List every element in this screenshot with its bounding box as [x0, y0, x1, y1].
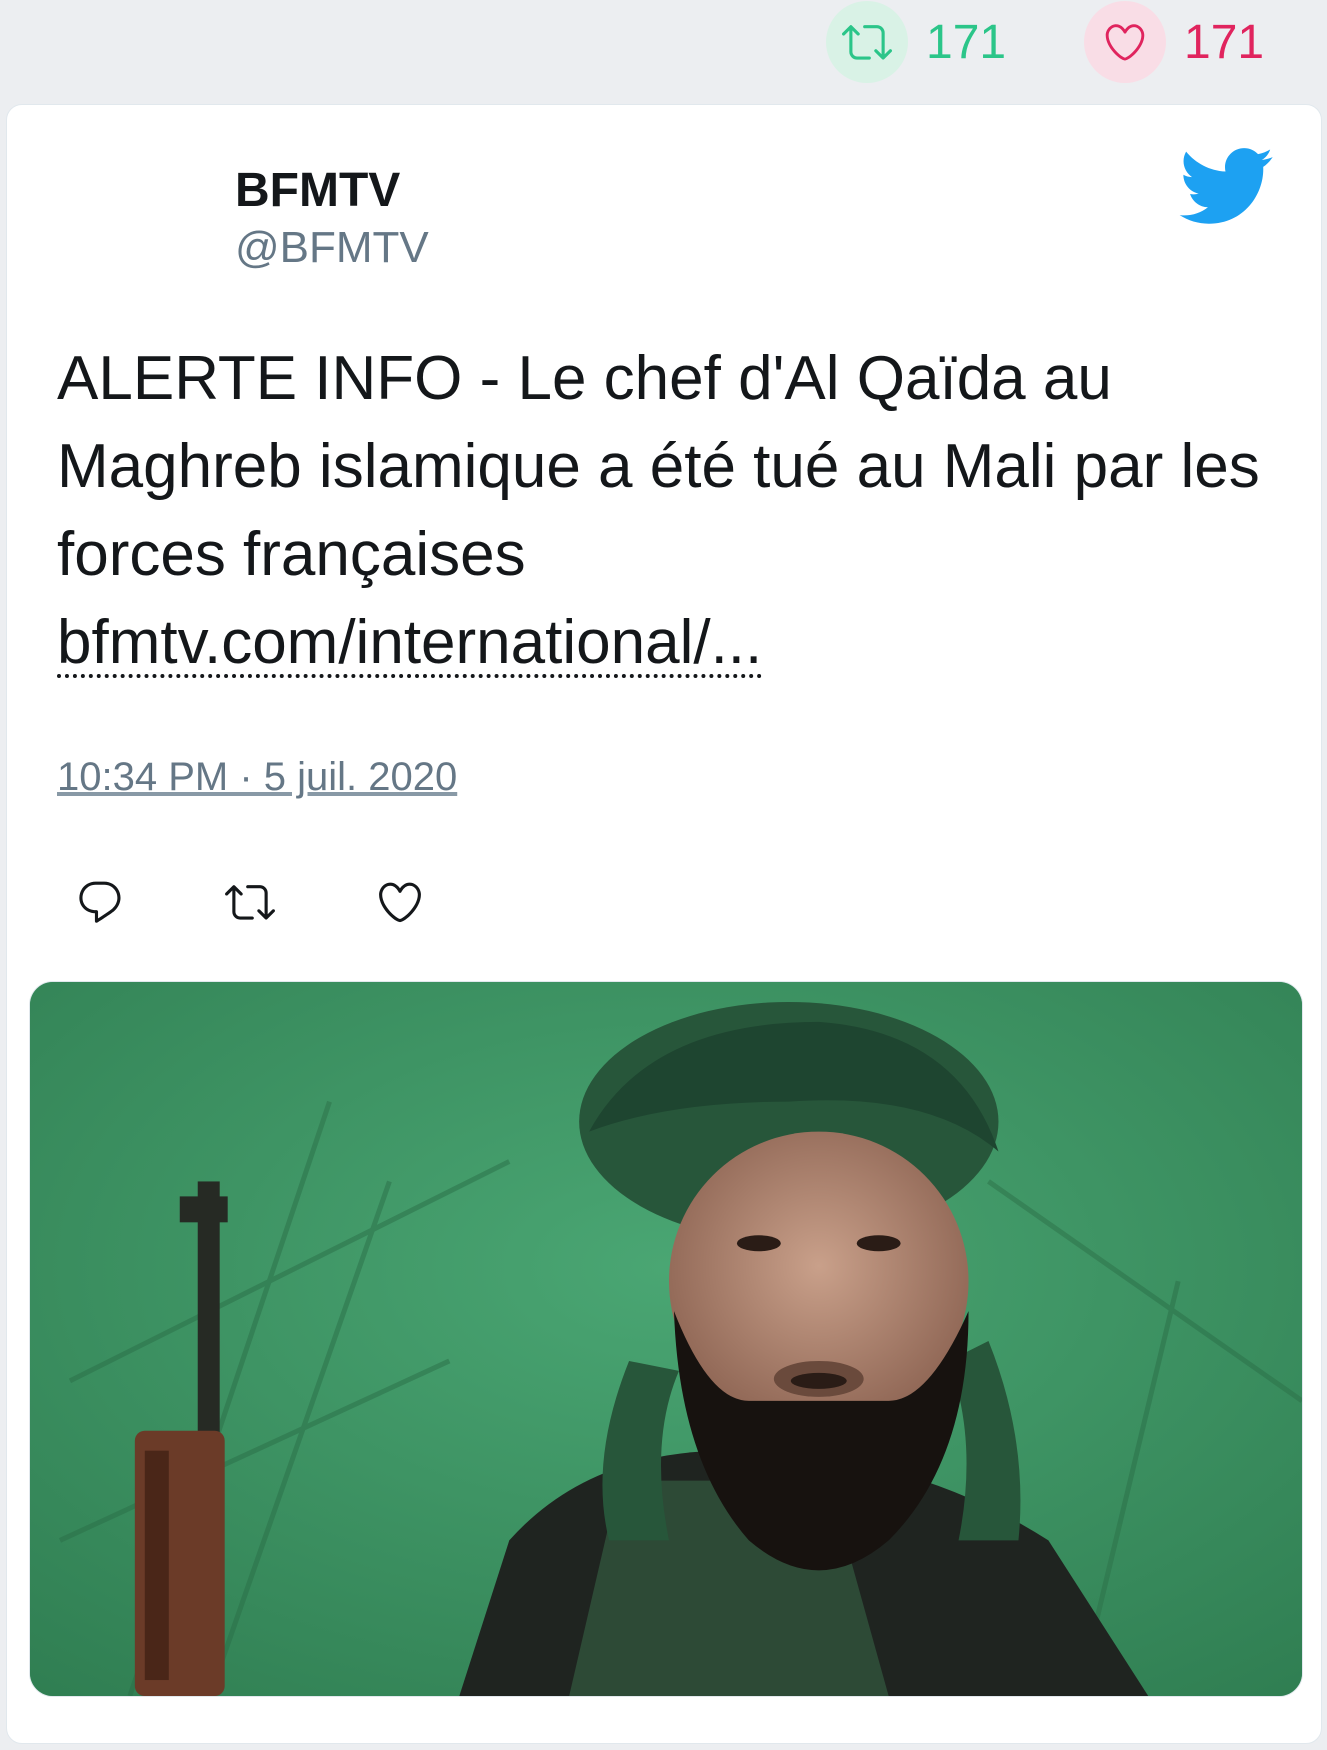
tweet-actions: [75, 877, 525, 927]
tweet-timestamp[interactable]: 10:34 PM · 5 juil. 2020: [57, 755, 457, 800]
tweet-body: ALERTE INFO - Le chef d'Al Qaïda au Magh…: [57, 344, 1260, 589]
author-handle[interactable]: @BFMTV: [235, 223, 429, 273]
reply-icon[interactable]: [75, 877, 125, 927]
tweet-link[interactable]: bfmtv.com/international/...: [57, 612, 763, 678]
photo-illustration: [30, 982, 1302, 1696]
heart-icon[interactable]: [1084, 1, 1166, 83]
like-count: 171: [1184, 15, 1265, 69]
like-stat[interactable]: 171: [1084, 0, 1264, 84]
retweet-icon[interactable]: [826, 1, 908, 83]
author-name[interactable]: BFMTV: [235, 163, 400, 218]
retweet-icon[interactable]: [225, 877, 275, 927]
heart-icon[interactable]: [375, 877, 425, 927]
twitter-bird-icon[interactable]: [1175, 145, 1275, 227]
tweet-text: ALERTE INFO - Le chef d'Al Qaïda au Magh…: [57, 335, 1297, 687]
retweet-count: 171: [926, 15, 1007, 69]
tweet-card[interactable]: BFMTV @BFMTV ALERTE INFO - Le chef d'Al …: [6, 104, 1322, 1744]
tweet-media-photo[interactable]: [29, 981, 1303, 1697]
retweet-stat[interactable]: 171: [826, 0, 1006, 84]
tweet-stats-bar: 171 171: [0, 0, 1327, 100]
